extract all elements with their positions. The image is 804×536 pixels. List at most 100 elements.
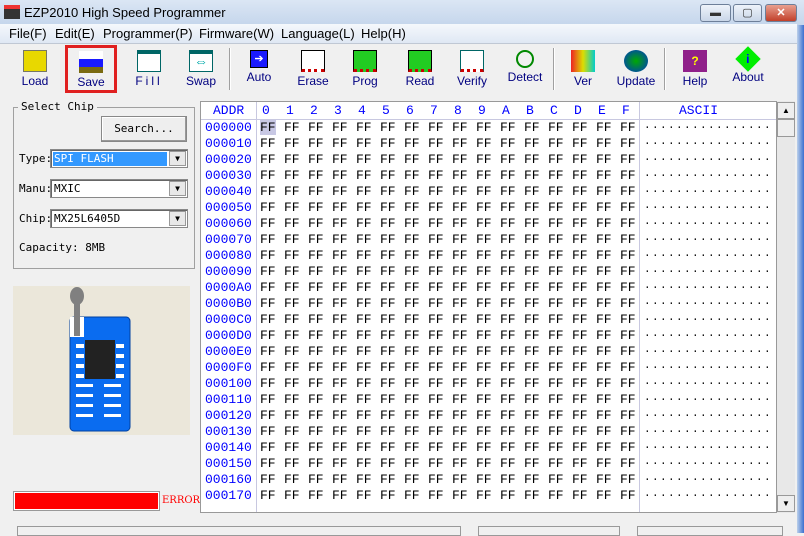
hex-byte[interactable]: FF	[572, 152, 588, 167]
hex-byte[interactable]: FF	[596, 184, 612, 199]
hex-byte[interactable]: FF	[332, 168, 348, 183]
hex-byte[interactable]: FF	[620, 328, 636, 343]
hex-byte[interactable]: FF	[356, 232, 372, 247]
hex-byte[interactable]: FF	[404, 408, 420, 423]
hex-byte[interactable]: FF	[452, 344, 468, 359]
hex-byte[interactable]: FF	[596, 424, 612, 439]
hex-byte[interactable]: FF	[500, 408, 516, 423]
hex-byte[interactable]: FF	[404, 360, 420, 375]
scroll-down-arrow-icon[interactable]: ▼	[777, 495, 795, 512]
load-button[interactable]: Load	[10, 47, 60, 91]
hex-byte[interactable]: FF	[308, 120, 324, 135]
hex-byte[interactable]: FF	[284, 216, 300, 231]
search-button[interactable]: Search...	[101, 116, 187, 142]
hex-byte[interactable]: FF	[428, 216, 444, 231]
hex-byte[interactable]: FF	[452, 200, 468, 215]
hex-byte[interactable]: FF	[596, 392, 612, 407]
type-select[interactable]: SPI FLASH ▼	[50, 149, 188, 168]
hex-byte[interactable]: FF	[404, 264, 420, 279]
hex-byte[interactable]: FF	[428, 200, 444, 215]
hex-byte[interactable]: FF	[452, 120, 468, 135]
hex-byte[interactable]: FF	[380, 248, 396, 263]
hex-byte[interactable]: FF	[428, 248, 444, 263]
hex-byte[interactable]: FF	[596, 312, 612, 327]
hex-byte[interactable]: FF	[428, 136, 444, 151]
hex-byte[interactable]: FF	[428, 120, 444, 135]
hex-byte[interactable]: FF	[308, 232, 324, 247]
hex-byte[interactable]: FF	[260, 328, 276, 343]
hex-byte[interactable]: FF	[476, 472, 492, 487]
hex-byte[interactable]: FF	[428, 440, 444, 455]
hex-byte[interactable]: FF	[620, 456, 636, 471]
hex-byte[interactable]: FF	[428, 168, 444, 183]
hex-byte[interactable]: FF	[356, 440, 372, 455]
hex-byte[interactable]: FF	[356, 424, 372, 439]
row-ascii[interactable]: ................	[644, 136, 772, 148]
hex-byte[interactable]: FF	[380, 184, 396, 199]
hex-byte[interactable]: FF	[380, 408, 396, 423]
hex-byte[interactable]: FF	[260, 344, 276, 359]
read-button[interactable]: Read	[395, 47, 445, 91]
hex-byte[interactable]: FF	[500, 440, 516, 455]
hex-byte[interactable]: FF	[476, 344, 492, 359]
hex-byte[interactable]: FF	[356, 376, 372, 391]
hex-byte[interactable]: FF	[524, 200, 540, 215]
hex-byte[interactable]: FF	[524, 152, 540, 167]
hex-byte[interactable]: FF	[404, 136, 420, 151]
hex-byte[interactable]: FF	[476, 200, 492, 215]
hex-byte[interactable]: FF	[308, 440, 324, 455]
row-ascii[interactable]: ................	[644, 408, 772, 420]
hex-byte[interactable]: FF	[572, 136, 588, 151]
scroll-thumb[interactable]	[777, 119, 795, 137]
hex-byte[interactable]: FF	[524, 344, 540, 359]
hex-byte[interactable]: FF	[572, 488, 588, 503]
hex-byte[interactable]: FF	[548, 360, 564, 375]
hex-byte[interactable]: FF	[476, 360, 492, 375]
hex-byte[interactable]: FF	[332, 136, 348, 151]
hex-byte[interactable]: FF	[572, 120, 588, 135]
row-ascii[interactable]: ................	[644, 488, 772, 500]
hex-editor[interactable]: ADDR ASCII 0 1 2 3 4 5 6 7 8 9 A B C D E F 000000 FF FF FF F…	[200, 101, 777, 513]
hex-byte[interactable]: FF	[404, 376, 420, 391]
hex-byte[interactable]: FF	[500, 424, 516, 439]
hex-byte[interactable]: FF	[428, 392, 444, 407]
hex-byte[interactable]: FF	[404, 424, 420, 439]
hex-byte[interactable]: FF	[380, 216, 396, 231]
hex-byte[interactable]: FF	[404, 488, 420, 503]
hex-byte[interactable]: FF	[524, 120, 540, 135]
hex-byte[interactable]: FF	[596, 120, 612, 135]
hex-byte[interactable]: FF	[284, 440, 300, 455]
hex-byte[interactable]: FF	[596, 200, 612, 215]
hex-byte[interactable]: FF	[284, 456, 300, 471]
hex-byte[interactable]: FF	[356, 184, 372, 199]
hex-byte[interactable]: FF	[500, 360, 516, 375]
hex-byte[interactable]: FF	[524, 216, 540, 231]
hex-byte[interactable]: FF	[332, 472, 348, 487]
hex-byte[interactable]: FF	[260, 312, 276, 327]
hex-byte[interactable]: FF	[476, 408, 492, 423]
hex-byte[interactable]: FF	[452, 296, 468, 311]
hex-byte[interactable]: FF	[404, 312, 420, 327]
hex-byte[interactable]: FF	[500, 296, 516, 311]
hex-byte[interactable]: FF	[332, 328, 348, 343]
hex-byte[interactable]: FF	[548, 424, 564, 439]
hex-byte[interactable]: FF	[284, 488, 300, 503]
chevron-down-icon[interactable]: ▼	[169, 151, 186, 166]
hex-byte[interactable]: FF	[452, 424, 468, 439]
hex-byte[interactable]: FF	[572, 312, 588, 327]
hex-byte[interactable]: FF	[380, 344, 396, 359]
hex-byte[interactable]: FF	[524, 360, 540, 375]
row-ascii[interactable]: ................	[644, 456, 772, 468]
hex-byte[interactable]: FF	[548, 184, 564, 199]
row-ascii[interactable]: ................	[644, 280, 772, 292]
hex-byte[interactable]: FF	[452, 280, 468, 295]
hex-byte[interactable]: FF	[500, 344, 516, 359]
hex-byte[interactable]: FF	[524, 376, 540, 391]
hex-byte[interactable]: FF	[524, 232, 540, 247]
hex-byte[interactable]: FF	[380, 392, 396, 407]
menu-edit[interactable]: Edit(E)	[55, 26, 95, 41]
hex-byte[interactable]: FF	[356, 264, 372, 279]
close-button[interactable]: ✕	[765, 4, 797, 22]
hex-byte[interactable]: FF	[500, 392, 516, 407]
hex-byte[interactable]: FF	[332, 280, 348, 295]
